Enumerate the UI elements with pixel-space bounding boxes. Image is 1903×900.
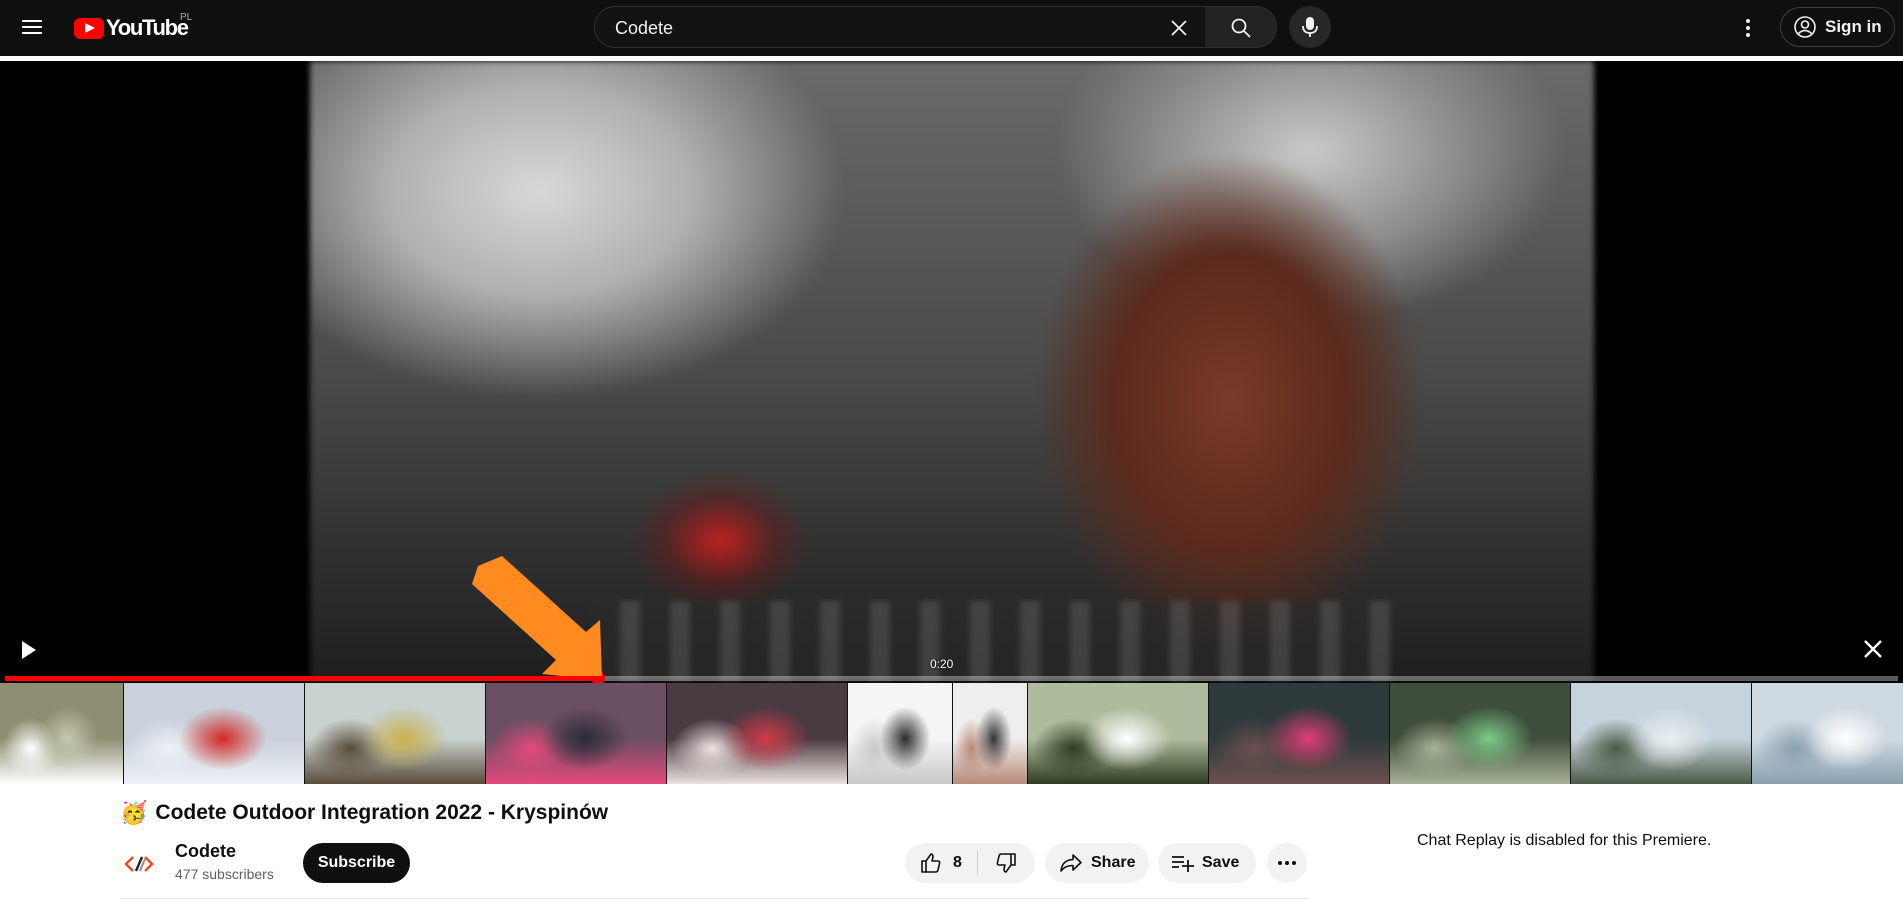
orange-arrow-annotation xyxy=(472,556,602,676)
playlist-add-icon xyxy=(1172,856,1194,872)
storyboard-frame-lake-volleyball xyxy=(0,683,124,784)
party-emoji-icon: 🥳 xyxy=(120,800,148,825)
channel-avatar[interactable] xyxy=(121,846,157,882)
sign-in-button[interactable]: Sign in xyxy=(1780,7,1895,47)
subscriber-count: 477 subscribers xyxy=(175,866,274,882)
storyboard-frame-party-tent-crowd-2 xyxy=(667,683,848,784)
channel-name[interactable]: Codete xyxy=(175,841,236,862)
search-icon xyxy=(1231,18,1251,38)
storyboard-frame-party-tent-crowd xyxy=(486,683,667,784)
masthead: YouTube PL Sign in xyxy=(0,0,1903,56)
save-label: Save xyxy=(1202,854,1240,871)
divider-line xyxy=(120,898,1308,899)
search-button[interactable] xyxy=(1205,6,1277,48)
search-input[interactable] xyxy=(613,15,1157,41)
chat-replay-message: Chat Replay is disabled for this Premier… xyxy=(1417,832,1712,849)
storyboard-frame-dj-headphones xyxy=(1028,683,1209,784)
storyboard-frame-outdoor-dancers xyxy=(305,683,486,784)
save-button[interactable]: Save xyxy=(1158,843,1256,883)
share-icon xyxy=(1060,854,1082,872)
subscribe-button[interactable]: Subscribe xyxy=(303,843,410,883)
play-icon[interactable] xyxy=(16,638,40,662)
title-row: 🥳 Codete Outdoor Integration 2022 - Krys… xyxy=(120,800,608,826)
mixer-texture xyxy=(590,601,1390,681)
storyboard-frame-dj-mixer xyxy=(848,683,953,784)
sign-in-label: Sign in xyxy=(1825,17,1882,36)
thumbs-up-icon xyxy=(921,853,941,873)
progress-bar[interactable] xyxy=(5,671,1898,685)
like-button[interactable]: 8 xyxy=(905,843,977,883)
country-code: PL xyxy=(180,12,193,23)
logo-text: YouTube xyxy=(106,15,189,40)
like-dislike-group: 8 xyxy=(905,843,1035,883)
clear-icon[interactable] xyxy=(1167,16,1191,40)
voice-search-button[interactable] xyxy=(1289,6,1331,48)
storyboard-frame-red-shirt-dancer xyxy=(124,683,305,784)
hover-time-tooltip: 0:20 xyxy=(930,657,954,671)
storyboard-strip xyxy=(0,683,1903,784)
like-count: 8 xyxy=(953,854,962,871)
more-actions-button[interactable] xyxy=(1267,843,1307,883)
share-label: Share xyxy=(1091,854,1136,871)
thumbs-down-icon xyxy=(996,853,1016,873)
video-player[interactable]: 0:20 xyxy=(0,61,1903,784)
mic-icon xyxy=(1302,17,1318,37)
storyboard-frame-wakeboard-2 xyxy=(1752,683,1903,784)
more-horiz-icon xyxy=(1278,861,1296,865)
storyboard-frame-night-dance xyxy=(1209,683,1390,784)
close-icon[interactable] xyxy=(1862,638,1884,660)
menu-icon[interactable] xyxy=(20,16,44,40)
codete-logo-icon xyxy=(124,856,154,872)
search-box xyxy=(594,6,1206,48)
storyboard-frame-night-dance-2 xyxy=(1390,683,1571,784)
youtube-logo[interactable]: YouTube xyxy=(74,15,189,40)
progress-played xyxy=(5,676,598,681)
more-vert-icon[interactable] xyxy=(1733,13,1763,43)
dislike-button[interactable] xyxy=(978,843,1034,883)
storyboard-frame-dj-hand xyxy=(953,683,1028,784)
share-button[interactable]: Share xyxy=(1045,843,1149,883)
youtube-play-icon xyxy=(74,17,104,39)
storyboard-frame-wakeboard xyxy=(1571,683,1752,784)
account-icon xyxy=(1794,16,1816,38)
video-title: Codete Outdoor Integration 2022 - Kryspi… xyxy=(155,801,609,824)
